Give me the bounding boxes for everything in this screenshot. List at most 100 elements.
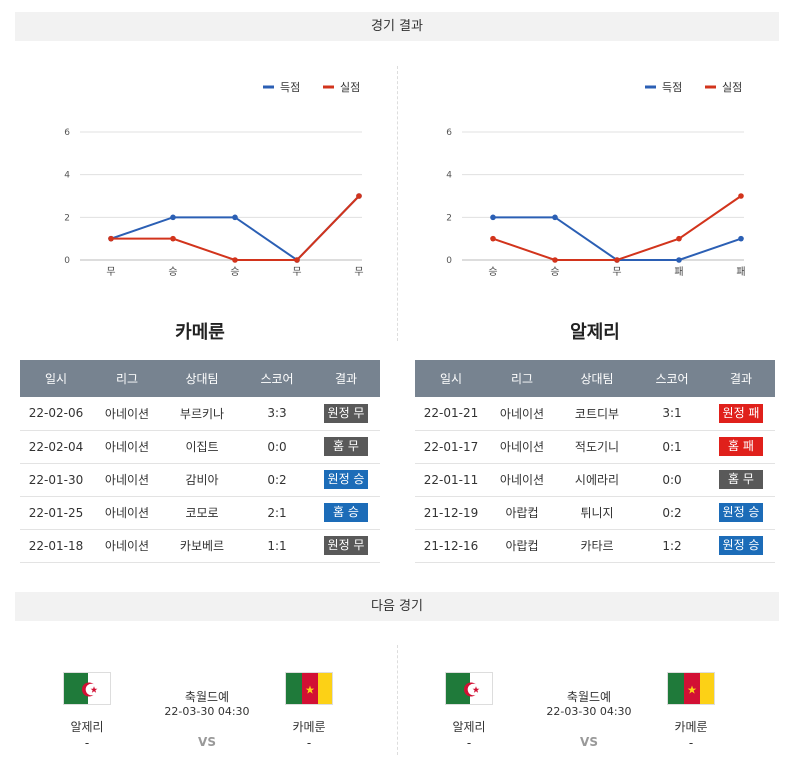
- conceded-series-line: [492, 195, 742, 261]
- result-badge: 홈 패: [719, 437, 763, 456]
- result-badge: 홈 승: [324, 503, 368, 522]
- cell-league: 아네이션: [92, 529, 162, 563]
- away-team-name[interactable]: 카메룬: [274, 718, 344, 735]
- cell-score: 0:2: [637, 496, 707, 530]
- x-tick-label: 무: [292, 267, 301, 278]
- cell-score: 1:1: [242, 529, 312, 563]
- cell-date: 22-01-21: [415, 397, 487, 431]
- legend-label: 득점: [662, 81, 682, 94]
- table-row: 22-01-11 아네이션 시에라리 0:0 홈 무: [415, 463, 775, 497]
- scored-point: [552, 214, 558, 221]
- conceded-point: [614, 257, 620, 263]
- cell-date: 22-01-18: [20, 529, 92, 563]
- scored-point: [232, 214, 238, 221]
- x-tick-label: 패: [736, 266, 745, 278]
- conceded-point: [676, 235, 682, 242]
- result-badge: 홈 무: [324, 437, 368, 456]
- algeria-flag-icon: [445, 672, 493, 705]
- home-team-name[interactable]: 알제리: [434, 718, 504, 735]
- y-tick-label: 6: [446, 128, 452, 138]
- y-tick-label: 4: [64, 171, 70, 181]
- cell-opponent: 적도기니: [557, 430, 637, 464]
- cell-result: 홈 무: [707, 463, 775, 497]
- x-tick-label: 승: [488, 266, 497, 278]
- cell-league: 아네이션: [92, 463, 162, 497]
- y-tick-label: 0: [446, 256, 452, 266]
- cell-score: 0:0: [242, 430, 312, 464]
- header-league: 리그: [487, 360, 557, 397]
- home-team-name[interactable]: 알제리: [52, 718, 122, 735]
- cell-result: 홈 승: [312, 496, 380, 530]
- header-opponent: 상대팀: [162, 360, 242, 397]
- cell-date: 22-01-17: [415, 430, 487, 464]
- conceded-point: [738, 193, 744, 199]
- scored-point: [738, 235, 744, 242]
- cell-score: 1:2: [637, 529, 707, 563]
- cell-opponent: 시에라리: [557, 463, 637, 497]
- table-row: 22-01-25 아네이션 코모로 2:1 홈 승: [20, 496, 380, 530]
- column-divider: [397, 66, 398, 341]
- next-match-card[interactable]: 알제리 - 축월드예 22-03-30 04:30 VS 카메룬 -: [434, 672, 734, 757]
- conceded-point: [170, 235, 176, 242]
- cell-date: 21-12-16: [415, 529, 487, 563]
- cell-result: 홈 무: [312, 430, 380, 464]
- cell-league: 아네이션: [487, 463, 557, 497]
- header-result: 결과: [312, 360, 380, 397]
- cell-score: 2:1: [242, 496, 312, 530]
- header-score: 스코어: [242, 360, 312, 397]
- away-team-name[interactable]: 카메룬: [656, 718, 726, 735]
- match-league: 축월드예: [566, 690, 612, 704]
- column-divider: [397, 645, 398, 755]
- conceded-point: [490, 235, 496, 242]
- cell-opponent: 감비아: [162, 463, 242, 497]
- cell-opponent: 카보베르: [162, 529, 242, 563]
- cell-score: 3:3: [242, 397, 312, 431]
- y-tick-label: 0: [64, 256, 70, 266]
- cell-result: 원정 승: [707, 496, 775, 530]
- table-row: 22-02-06 아네이션 부르키나 3:3 원정 무: [20, 397, 380, 431]
- y-tick-label: 6: [64, 128, 70, 138]
- cell-result: 홈 패: [707, 430, 775, 464]
- x-tick-label: 승: [168, 266, 177, 278]
- result-badge: 원정 패: [719, 403, 763, 423]
- y-tick-label: 2: [64, 213, 70, 223]
- conceded-series-line: [111, 195, 360, 261]
- results-section-title: 경기 결과: [15, 12, 779, 41]
- cell-league: 아네이션: [487, 397, 557, 431]
- scored-series-line: [493, 216, 742, 261]
- result-badge: 원정 무: [324, 403, 368, 423]
- x-tick-label: 무: [106, 267, 115, 278]
- conceded-point: [552, 257, 558, 263]
- table-row: 21-12-16 아랍컵 카타르 1:2 원정 승: [415, 529, 775, 563]
- cell-date: 22-01-25: [20, 496, 92, 530]
- scored-point: [170, 214, 176, 221]
- cell-score: 0:0: [637, 463, 707, 497]
- table-header-row: 일시 리그 상대팀 스코어 결과: [415, 360, 775, 397]
- cell-score: 3:1: [637, 397, 707, 431]
- cell-opponent: 튀니지: [557, 496, 637, 530]
- x-tick-label: 승: [550, 266, 559, 278]
- cell-result: 원정 승: [707, 529, 775, 563]
- cell-result: 원정 패: [707, 397, 775, 431]
- x-tick-label: 패: [674, 266, 683, 278]
- result-badge: 홈 무: [719, 470, 763, 489]
- conceded-point: [232, 257, 238, 263]
- cameroon-flag-icon: [285, 672, 333, 705]
- next-match-card[interactable]: 알제리 - 축월드예 22-03-30 04:30 VS 카메룬 -: [52, 672, 352, 757]
- cell-score: 0:2: [242, 463, 312, 497]
- result-badge: 원정 승: [719, 536, 763, 555]
- table-row: 22-01-30 아네이션 감비아 0:2 원정 승: [20, 463, 380, 497]
- header-date: 일시: [415, 360, 487, 397]
- conceded-point: [108, 235, 114, 242]
- scored-point: [490, 214, 496, 221]
- match-time: 22-03-30 04:30: [546, 705, 632, 718]
- header-result: 결과: [707, 360, 775, 397]
- header-league: 리그: [92, 360, 162, 397]
- cell-league: 아랍컵: [487, 496, 557, 530]
- cameroon-results-table: 일시 리그 상대팀 스코어 결과 22-02-06 아네이션 부르키나 3:3 원정 무…: [20, 360, 380, 563]
- scored-point: [676, 257, 682, 263]
- table-row: 22-01-18 아네이션 카보베르 1:1 원정 무: [20, 529, 380, 563]
- x-tick-label: 무: [354, 267, 363, 278]
- cell-result: 원정 무: [312, 529, 380, 563]
- table-row: 21-12-19 아랍컵 튀니지 0:2 원정 승: [415, 496, 775, 530]
